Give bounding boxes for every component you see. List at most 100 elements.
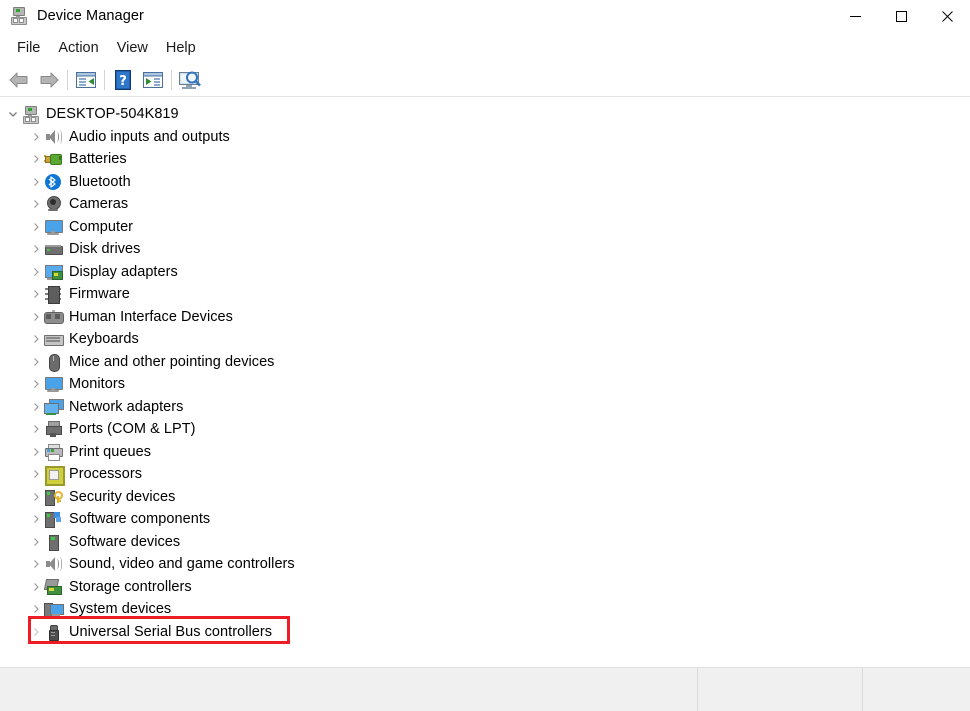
tree-item-label: Human Interface Devices [69,308,233,325]
chevron-right-icon[interactable] [28,373,44,395]
tree-item-print-queues[interactable]: Print queues [0,441,970,464]
toolbar-separator-2 [104,69,105,90]
mouse-icon [44,353,62,372]
tree-item-label: Disk drives [69,241,141,258]
device-tree[interactable]: DESKTOP-504K819 Audio inputs and outputs… [0,97,970,667]
chevron-right-icon[interactable] [28,463,44,485]
chevron-right-icon[interactable] [28,553,44,575]
tree-item-processors[interactable]: Processors [0,463,970,487]
menu-bar: File Action View Help [0,32,970,63]
tree-item-label: System devices [69,601,172,618]
chevron-right-icon[interactable] [28,576,44,598]
tree-item-ports-com-and-lpt[interactable]: Ports (COM & LPT) [0,418,970,441]
chevron-right-icon[interactable] [28,441,44,463]
software-device-icon [44,533,62,551]
status-text-1 [0,668,697,676]
printer-icon [44,443,63,461]
tree-item-software-components[interactable]: Software components [0,508,970,531]
tree-item-universal-serial-bus-controllers[interactable]: Universal Serial Bus controllers [0,621,970,644]
tree-item-storage-controllers[interactable]: Storage controllers [0,576,970,599]
tree-item-disk-drives[interactable]: Disk drives [0,238,970,261]
menu-view[interactable]: View [108,37,157,59]
tree-item-computer[interactable]: Computer [0,216,970,239]
system-device-icon [44,600,64,618]
back-arrow-icon [9,72,28,87]
tree-item-label: Display adapters [69,263,178,280]
usb-icon [44,623,62,641]
network-adapter-icon [44,398,64,416]
minimize-icon [849,15,861,17]
chevron-down-icon[interactable] [5,103,21,125]
tree-item-mice-and-other-pointing-devices[interactable]: Mice and other pointing devices [0,351,970,374]
menu-file[interactable]: File [8,37,49,59]
chevron-right-icon[interactable] [28,621,44,643]
console-tree-icon [76,71,96,88]
tree-item-label: Audio inputs and outputs [69,128,230,145]
tree-item-cameras[interactable]: Cameras [0,193,970,216]
properties-button[interactable] [138,66,168,94]
show-hide-console-tree-button[interactable] [71,66,101,94]
chevron-right-icon[interactable] [28,126,44,148]
tree-item-audio-inputs-and-outputs[interactable]: Audio inputs and outputs [0,126,970,149]
chevron-right-icon[interactable] [28,193,44,215]
display-adapter-icon [44,263,63,281]
tree-item-display-adapters[interactable]: Display adapters [0,261,970,284]
chevron-right-icon[interactable] [28,148,44,170]
help-button[interactable]: ? [108,66,138,94]
tree-item-software-devices[interactable]: Software devices [0,531,970,554]
menu-help[interactable]: Help [157,37,205,59]
chevron-right-icon[interactable] [28,531,44,553]
tree-item-bluetooth[interactable]: Bluetooth [0,171,970,194]
tree-item-label: Computer [69,218,134,235]
chevron-right-icon[interactable] [28,418,44,440]
chevron-right-icon[interactable] [28,283,44,305]
storage-controller-icon [43,578,62,596]
chevron-right-icon[interactable] [28,171,44,193]
disk-drive-icon [44,240,63,258]
tree-item-sound-video-and-game-controllers[interactable]: Sound, video and game controllers [0,553,970,576]
tree-item-label: Keyboards [69,331,139,348]
scan-hardware-changes-button[interactable] [175,66,205,94]
security-device-icon [44,488,63,506]
tree-item-monitors[interactable]: Monitors [0,373,970,396]
tree-item-firmware[interactable]: Firmware [0,283,970,306]
chevron-right-icon[interactable] [28,306,44,328]
tree-item-label: Ports (COM & LPT) [69,421,196,438]
processor-icon [44,465,65,487]
tree-item-network-adapters[interactable]: Network adapters [0,396,970,419]
forward-button[interactable] [34,66,64,94]
chevron-right-icon[interactable] [28,216,44,238]
status-text-3 [863,668,970,676]
maximize-button[interactable] [878,0,924,32]
tree-item-human-interface-devices[interactable]: Human Interface Devices [0,306,970,329]
status-bar [0,667,970,711]
chevron-right-icon[interactable] [28,598,44,620]
back-button[interactable] [4,66,34,94]
tree-item-label: Network adapters [69,398,184,415]
tree-item-label: Software devices [69,533,181,550]
close-button[interactable] [924,0,970,32]
minimize-button[interactable] [832,0,878,32]
chevron-right-icon[interactable] [28,261,44,283]
tree-item-system-devices[interactable]: System devices [0,598,970,621]
status-pane-1 [0,668,697,711]
chevron-right-icon[interactable] [28,486,44,508]
chevron-right-icon[interactable] [28,238,44,260]
tree-item-root[interactable]: DESKTOP-504K819 [0,103,970,126]
tree-item-label: Firmware [69,286,130,303]
chevron-right-icon[interactable] [28,508,44,530]
menu-action[interactable]: Action [49,37,107,59]
tree-item-security-devices[interactable]: Security devices [0,486,970,509]
tree-item-batteries[interactable]: Batteries [0,148,970,171]
hid-icon [44,308,64,326]
tree-item-label: Cameras [69,196,129,213]
tree-item-label: Processors [69,466,143,483]
chevron-right-icon[interactable] [28,396,44,418]
battery-icon [44,150,62,168]
tree-item-label: Mice and other pointing devices [69,353,275,370]
chevron-right-icon[interactable] [28,351,44,373]
camera-icon [44,195,62,213]
tree-item-keyboards[interactable]: Keyboards [0,328,970,351]
firmware-chip-icon [44,285,62,305]
chevron-right-icon[interactable] [28,328,44,350]
